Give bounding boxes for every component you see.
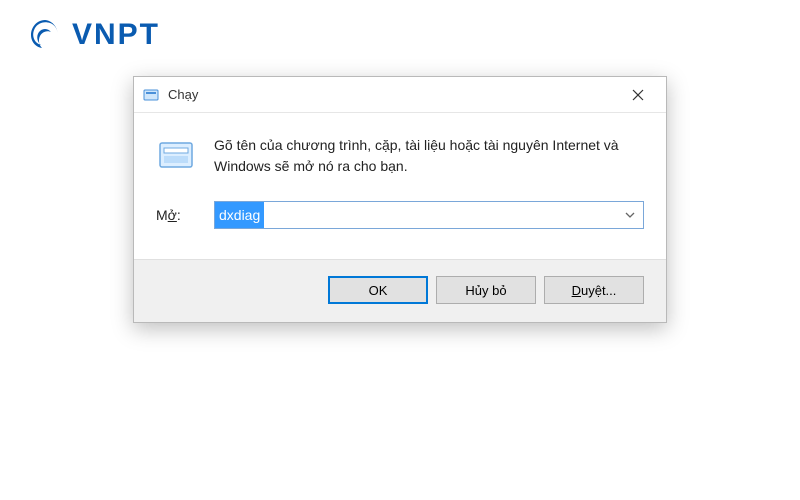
run-dialog: Chạy Gõ tên của chương trình, cặp, tài l…: [133, 76, 667, 323]
open-input[interactable]: [214, 201, 644, 229]
brand-text: VNPT: [72, 18, 160, 52]
run-large-icon: [156, 135, 196, 175]
combobox-toggle[interactable]: [622, 201, 638, 229]
open-label: Mở:: [156, 207, 196, 223]
open-combobox[interactable]: dxdiag: [214, 201, 644, 229]
close-icon: [632, 89, 644, 101]
dialog-title: Chạy: [168, 87, 616, 102]
browse-button[interactable]: Duyệt...: [544, 276, 644, 304]
run-app-icon: [142, 86, 160, 104]
dialog-footer: OK Hủy bỏ Duyệt...: [134, 259, 666, 322]
dialog-description: Gõ tên của chương trình, cặp, tài liệu h…: [214, 135, 644, 177]
chevron-down-icon: [625, 212, 635, 218]
cancel-button[interactable]: Hủy bỏ: [436, 276, 536, 304]
titlebar: Chạy: [134, 77, 666, 113]
vnpt-swirl-icon: [28, 18, 62, 52]
dialog-body: Gõ tên của chương trình, cặp, tài liệu h…: [134, 113, 666, 229]
close-button[interactable]: [616, 80, 660, 110]
brand-logo: VNPT: [28, 18, 160, 52]
ok-button[interactable]: OK: [328, 276, 428, 304]
